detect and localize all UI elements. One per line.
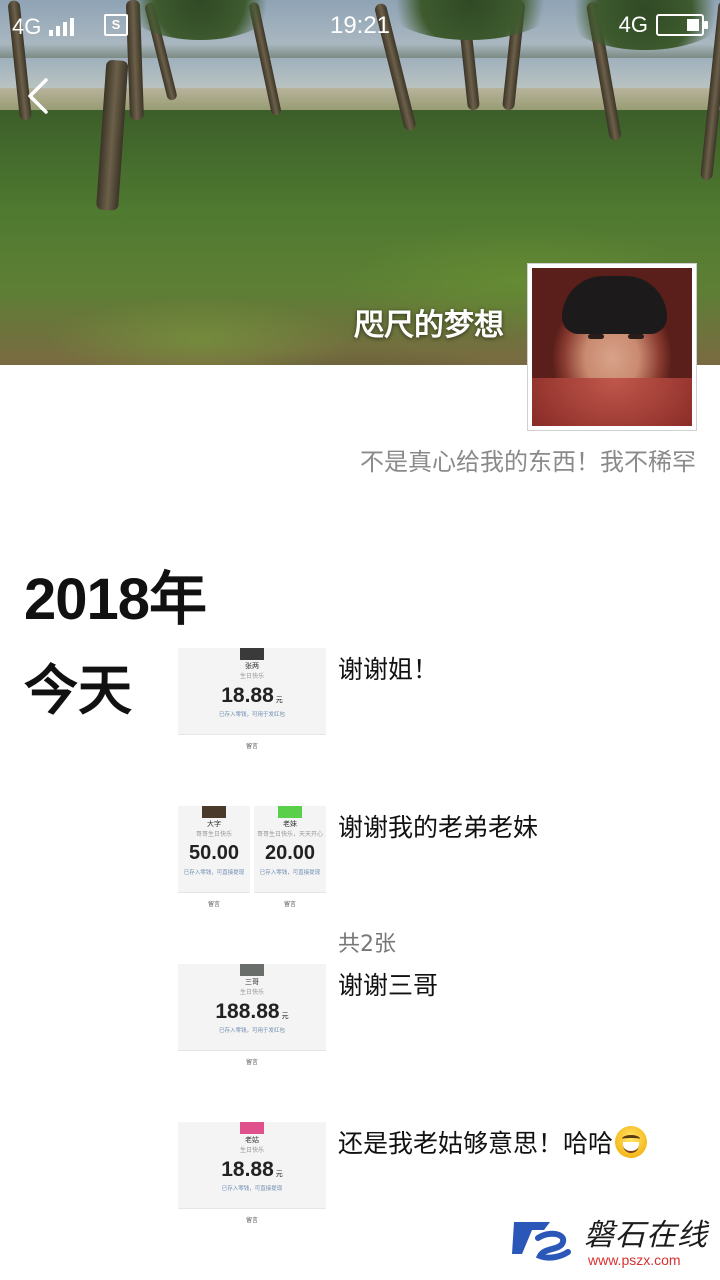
card-message-label: 留言: [245, 1059, 258, 1066]
profile-signature: 不是真心给我的东西！我不稀罕: [360, 448, 696, 476]
battery-level: [687, 19, 699, 31]
card-sender: 张两: [245, 662, 259, 670]
watermark-url: www.pszx.com: [588, 1252, 681, 1268]
post-thumbnail[interactable]: 大字 哥哥生日快乐 50.00 已存入零钱，可直接提现 留言 老妹 哥哥生日快乐…: [178, 806, 326, 916]
battery-icon: [656, 14, 708, 36]
card-sender: 三哥: [245, 978, 259, 986]
card-note: 已存入零钱，可直接提现: [259, 870, 321, 876]
timeline-day: 今天: [24, 659, 132, 722]
card-sender: 老姑: [245, 1136, 259, 1144]
card-message-label: 留言: [283, 901, 296, 908]
card-avatar: [278, 806, 302, 818]
card-avatar: [240, 1122, 264, 1134]
pszx-logo-icon: [512, 1222, 571, 1261]
post-thumbnail-part: 大字 哥哥生日快乐 50.00 已存入零钱，可直接提现 留言: [178, 806, 250, 916]
card-note: 已存入零钱，可直接提现: [183, 870, 245, 876]
card-sender: 大字: [207, 820, 221, 828]
card-wish: 哥哥生日快乐: [195, 831, 232, 838]
card-note: 已存入零钱，可用于发红包: [218, 712, 285, 718]
post-caption[interactable]: 谢谢三哥: [338, 966, 438, 1002]
card-amount: 18.88 元: [221, 1158, 283, 1181]
card-message-label: 留言: [245, 743, 258, 750]
card-message-label: 留言: [245, 1217, 258, 1224]
back-button[interactable]: [22, 74, 58, 118]
post-thumbnail-part: 老妹 哥哥生日快乐，天天开心 20.00 已存入零钱，可直接提现 留言: [254, 806, 326, 916]
post-thumbnail[interactable]: 老姑 生日快乐 18.88 元 已存入零钱，可直接提现 留言: [178, 1122, 326, 1232]
post-thumbnail[interactable]: 三哥 生日快乐 188.88 元 已存入零钱，可用于发红包 留言: [178, 964, 326, 1074]
status-bar: 4G S 19:21 4G: [0, 0, 720, 52]
avatar[interactable]: [527, 263, 697, 431]
card-avatar: [202, 806, 226, 818]
timeline-year: 2018年: [24, 567, 207, 632]
card-avatar: [240, 964, 264, 976]
card-sender: 老妹: [283, 820, 297, 828]
card-wish: 哥哥生日快乐，天天开心: [256, 831, 323, 838]
profile-nickname: 咫尺的梦想: [354, 308, 504, 343]
signal-right: 4G: [618, 12, 708, 38]
card-message-label: 留言: [207, 901, 220, 908]
post-caption[interactable]: 谢谢我的老弟老妹: [338, 808, 538, 844]
grinning-face-icon: [615, 1126, 648, 1158]
card-amount: 18.88 元: [221, 684, 283, 707]
card-note: 已存入零钱，可直接提现: [221, 1186, 283, 1192]
card-amount: 50.00: [188, 842, 240, 864]
card-wish: 生日快乐: [239, 673, 264, 680]
card-wish: 生日快乐: [239, 1147, 264, 1154]
card-amount: 20.00: [264, 842, 316, 864]
post-caption[interactable]: 还是我老姑够意思！哈哈: [338, 1124, 648, 1160]
card-wish: 生日快乐: [239, 989, 264, 996]
card-note: 已存入零钱，可用于发红包: [218, 1028, 285, 1034]
card-amount: 188.88 元: [215, 1000, 289, 1023]
avatar-photo: [532, 268, 692, 426]
post-caption[interactable]: 谢谢姐！: [338, 650, 438, 686]
watermark-name: 磐石在线: [584, 1218, 708, 1253]
post-thumbnail[interactable]: 张两 生日快乐 18.88 元 已存入零钱，可用于发红包 留言: [178, 648, 326, 758]
image-count: 共2张: [338, 932, 396, 957]
clock: 19:21: [329, 12, 391, 39]
chevron-left-icon: [28, 78, 48, 114]
card-avatar: [240, 648, 264, 660]
watermark: 磐石在线 www.pszx.com: [510, 1208, 710, 1272]
network-type-right: 4G: [618, 12, 648, 37]
